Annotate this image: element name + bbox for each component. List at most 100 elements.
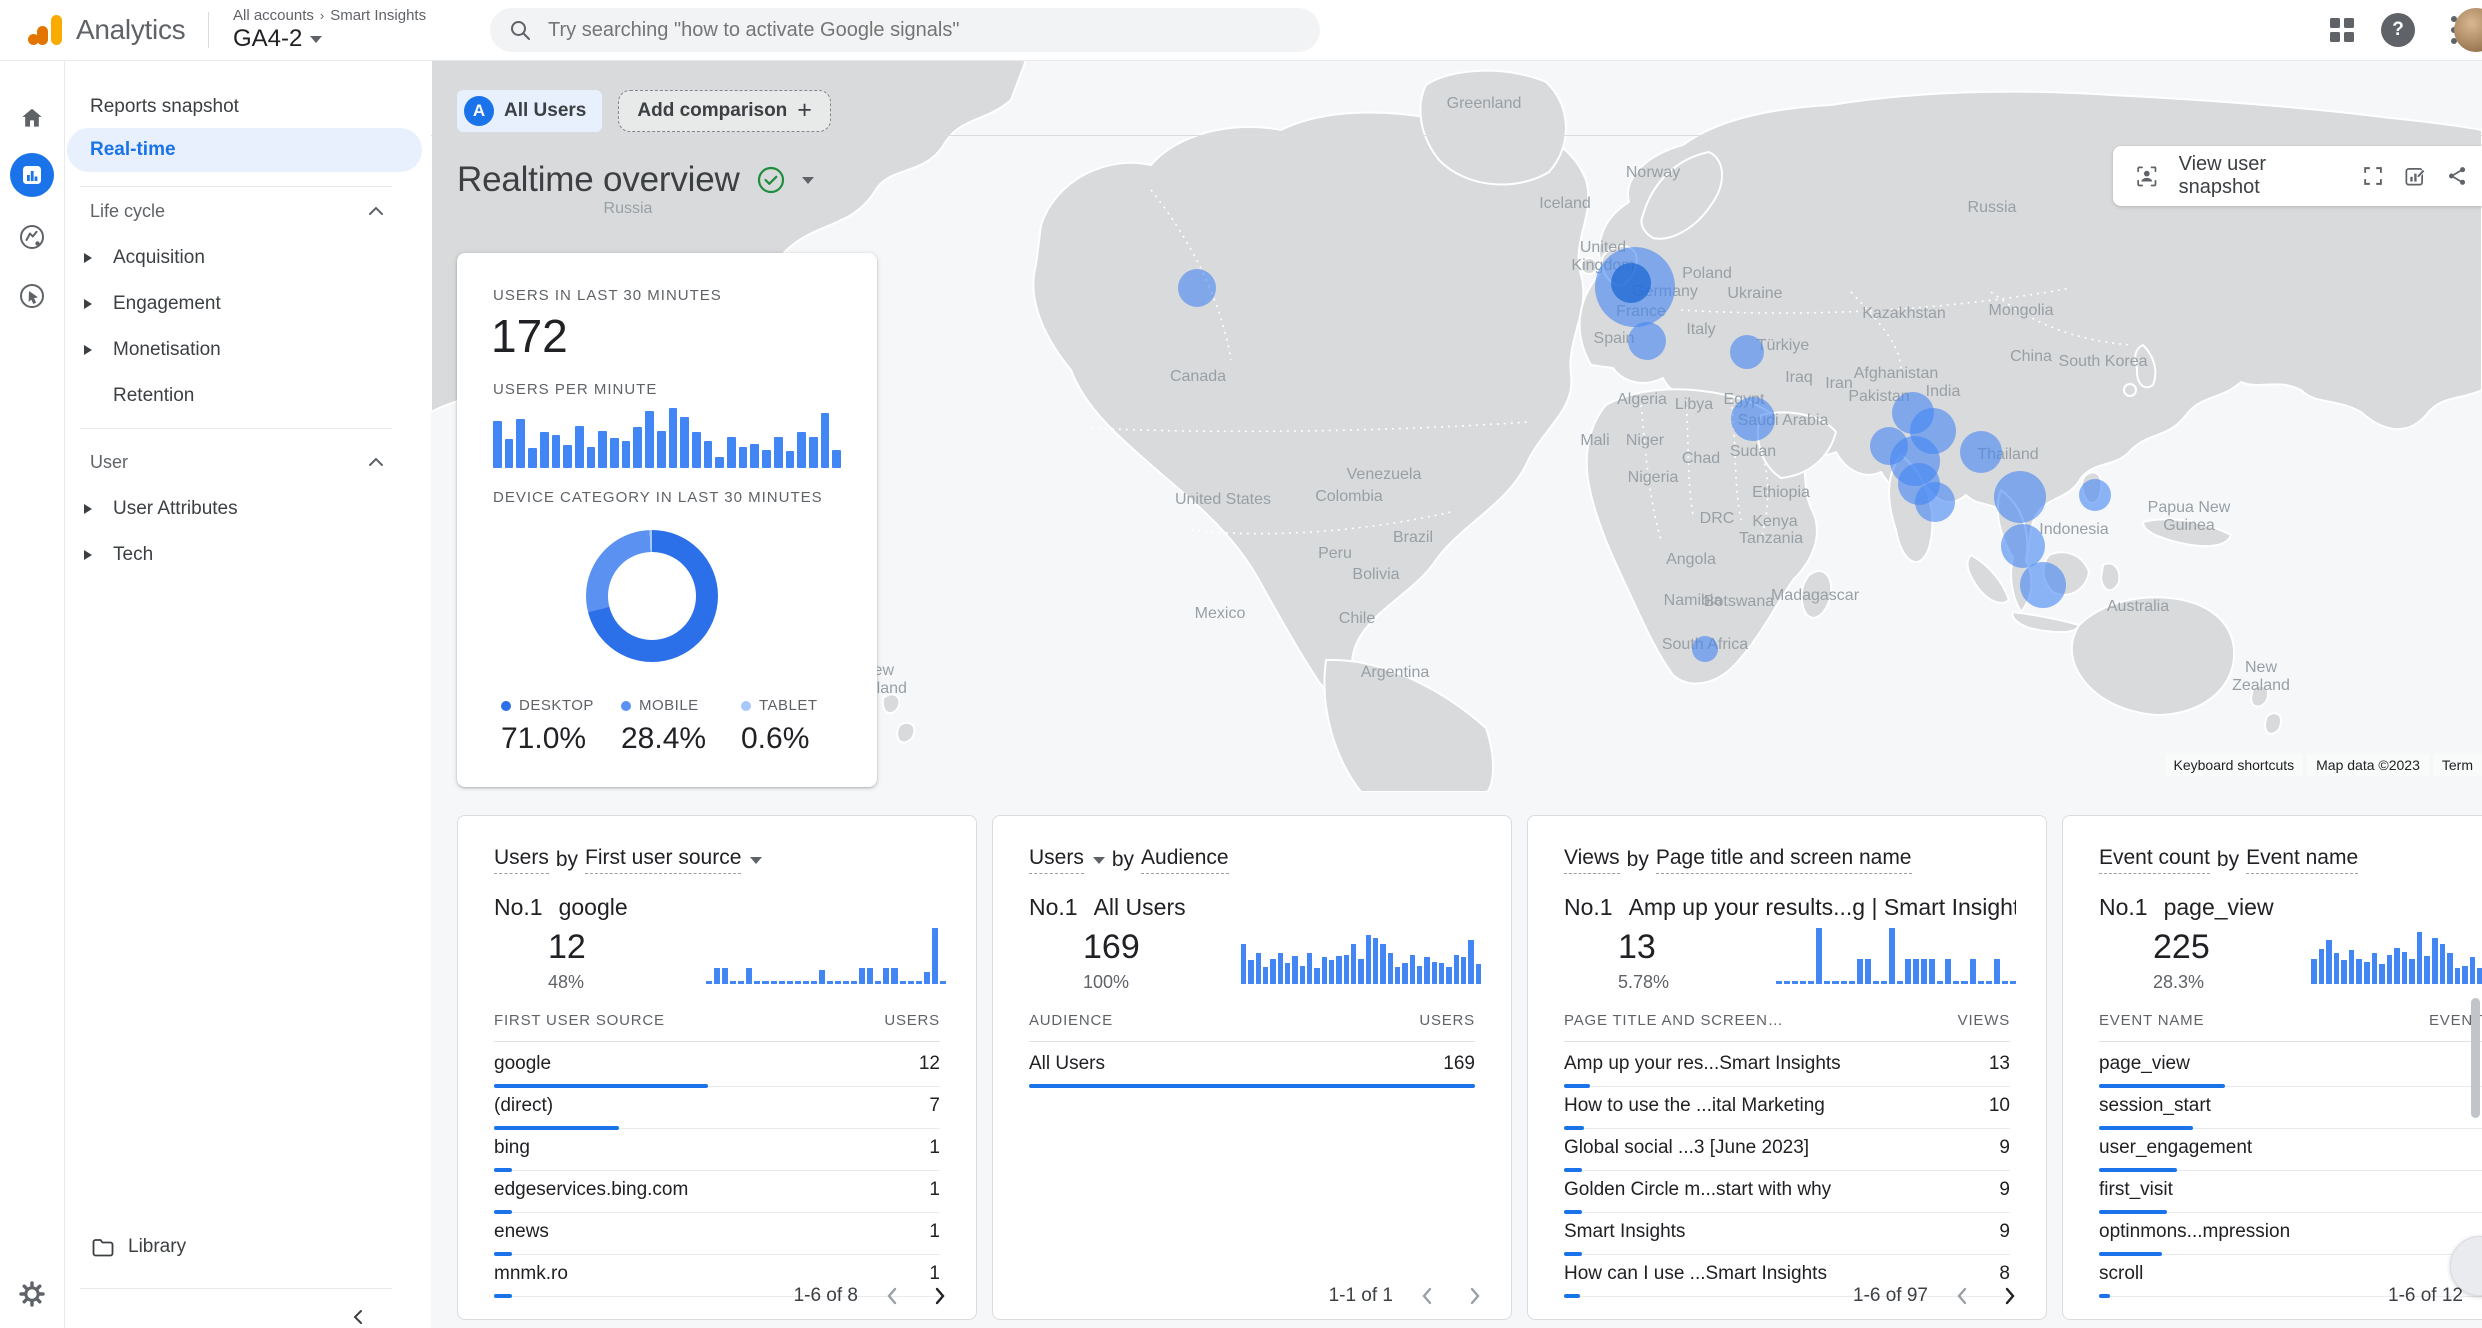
reports-icon	[10, 153, 54, 197]
card-title-first-user-source: UsersbyFirst user source	[494, 846, 946, 874]
analytics-logo-icon	[26, 12, 64, 48]
sidebar-item-monetisation[interactable]: Monetisation	[65, 328, 422, 372]
map-country-label: Madagascar	[1771, 587, 1860, 604]
legend-label: DESKTOP	[519, 697, 594, 714]
pagination-prev-button	[882, 1285, 904, 1307]
share-icon[interactable]	[2446, 162, 2468, 190]
expand-arrow-icon[interactable]	[84, 504, 92, 514]
map-country-label: Sudan	[1730, 443, 1776, 460]
expand-arrow-icon[interactable]	[84, 345, 92, 355]
row-bar	[2099, 1294, 2110, 1298]
help-button[interactable]: ?	[2370, 2, 2426, 58]
rail-explore-button[interactable]	[0, 213, 64, 261]
row-name: first_visit	[2099, 1179, 2173, 1201]
sidebar-item-tech[interactable]: Tech	[65, 533, 422, 577]
dimension-selector[interactable]: Event count	[2099, 846, 2210, 874]
top-item-row: No.1Amp up your results...g | Smart Insi…	[1564, 894, 2016, 921]
data-quality-check-icon[interactable]	[756, 165, 786, 195]
row-name: enews	[494, 1221, 549, 1243]
realtime-cards-row: UsersbyFirst user sourceNo.1google1248%F…	[457, 815, 2482, 1320]
pagination-next-button	[1463, 1285, 1485, 1307]
app-top-bar: Analytics All accounts › Smart Insights …	[0, 0, 2482, 61]
nav-section-life-cycle[interactable]: Life cycle	[65, 191, 422, 231]
search-input[interactable]	[546, 18, 1302, 43]
terms-link[interactable]: Term	[2433, 754, 2482, 776]
users-30min-value: 172	[491, 309, 568, 363]
realtime-label: Real-time	[90, 139, 176, 161]
map-country-label: Libya	[1675, 396, 1713, 413]
chevron-right-icon	[1998, 1285, 2020, 1307]
dimension-selector[interactable]: Event name	[2246, 846, 2358, 874]
google-apps-button[interactable]	[2314, 2, 2370, 58]
sidebar-item-retention[interactable]: Retention	[65, 374, 422, 418]
sidebar-item-acquisition[interactable]: Acquisition	[65, 236, 422, 280]
fullscreen-icon[interactable]	[2362, 162, 2384, 190]
report-caret-icon[interactable]	[802, 177, 814, 184]
pagination-next-button[interactable]	[1998, 1285, 2020, 1307]
table-header: EVENT NAMEEVENT COUNT	[2099, 1012, 2482, 1042]
dimension-selector[interactable]: Users	[1029, 846, 1084, 874]
map-user-bubble	[1994, 471, 2046, 523]
row-value: 12	[919, 1053, 940, 1075]
collapse-sidebar-button[interactable]	[350, 1308, 368, 1326]
map-user-bubble	[2001, 524, 2045, 568]
rail-reports-button[interactable]	[0, 151, 64, 199]
dimension-selector[interactable]: Users	[494, 846, 549, 874]
map-country-label: Poland	[1682, 265, 1732, 282]
row-name: How can I use ...Smart Insights	[1564, 1263, 1827, 1285]
top-item-value: 169	[1083, 928, 1140, 967]
vertical-scrollbar[interactable]	[2471, 998, 2480, 1118]
sidebar-item-user-attributes[interactable]: User Attributes	[65, 487, 422, 531]
account-selector-label[interactable]: GA4-2	[233, 25, 302, 53]
add-comparison-button[interactable]: Add comparison +	[618, 90, 831, 132]
global-search[interactable]	[490, 8, 1320, 52]
rail-home-button[interactable]	[0, 94, 64, 142]
top-item-value: 225	[2153, 928, 2210, 967]
legend-value: 28.4%	[621, 722, 739, 756]
dimension-selector[interactable]: Page title and screen name	[1656, 846, 1912, 874]
breadcrumb-all-accounts[interactable]: All accounts	[233, 7, 314, 24]
dimension-selector[interactable]: Views	[1564, 846, 1620, 874]
expand-arrow-icon[interactable]	[84, 550, 92, 560]
chevron-down-icon[interactable]	[1093, 857, 1105, 864]
keyboard-shortcuts-link[interactable]: Keyboard shortcuts	[2165, 754, 2304, 776]
segment-chip-all-users[interactable]: A All Users	[457, 90, 602, 132]
chevron-down-icon[interactable]	[750, 857, 762, 864]
dimension-selector[interactable]: First user source	[585, 846, 741, 874]
realtime-summary-card: USERS IN LAST 30 MINUTES 172 USERS PER M…	[457, 253, 877, 787]
sidebar-item-engagement[interactable]: Engagement	[65, 282, 422, 326]
pagination-count: 1-1 of 1	[1329, 1285, 1393, 1307]
sidebar-item-realtime[interactable]: Real-time	[67, 128, 422, 172]
nav-section-user[interactable]: User	[65, 442, 422, 482]
sidebar-item-reports-snapshot[interactable]: Reports snapshot	[65, 85, 422, 129]
map-country-label: Canada	[1170, 368, 1226, 385]
dimension-selector[interactable]: Audience	[1141, 846, 1229, 874]
edit-chart-icon[interactable]	[2404, 162, 2426, 190]
legend-value: 71.0%	[501, 722, 619, 756]
sidebar-item-label: Acquisition	[113, 247, 205, 269]
pagination-next-button[interactable]	[928, 1285, 950, 1307]
map-country-label: Niger	[1626, 432, 1665, 449]
map-country-label: Indonesia	[2039, 521, 2108, 538]
segment-a-icon: A	[464, 96, 494, 126]
rail-advertising-button[interactable]	[0, 272, 64, 320]
analytics-logo[interactable]: Analytics	[26, 12, 185, 48]
rail-settings-button[interactable]	[0, 1270, 64, 1318]
sidebar-item-label: Monetisation	[113, 339, 221, 361]
map-country-label: Kenya	[1752, 513, 1797, 530]
column-metric-label: USERS	[1419, 1012, 1475, 1029]
view-user-snapshot-button[interactable]: View user snapshot	[2179, 153, 2316, 199]
add-comparison-label: Add comparison	[637, 100, 787, 122]
map-user-bubble	[2079, 479, 2111, 511]
sidebar-item-label: Tech	[113, 544, 153, 566]
row-name: (direct)	[494, 1095, 553, 1117]
pagination-prev-button	[1417, 1285, 1439, 1307]
expand-arrow-icon[interactable]	[84, 253, 92, 263]
sidebar-item-library[interactable]: Library	[65, 1225, 422, 1269]
breadcrumb-property[interactable]: Smart Insights	[330, 7, 426, 24]
row-name: bing	[494, 1137, 530, 1159]
expand-arrow-icon[interactable]	[84, 299, 92, 309]
account-selector-caret-icon[interactable]	[310, 36, 322, 43]
row-name: scroll	[2099, 1263, 2143, 1285]
map-user-bubble	[1730, 335, 1764, 369]
